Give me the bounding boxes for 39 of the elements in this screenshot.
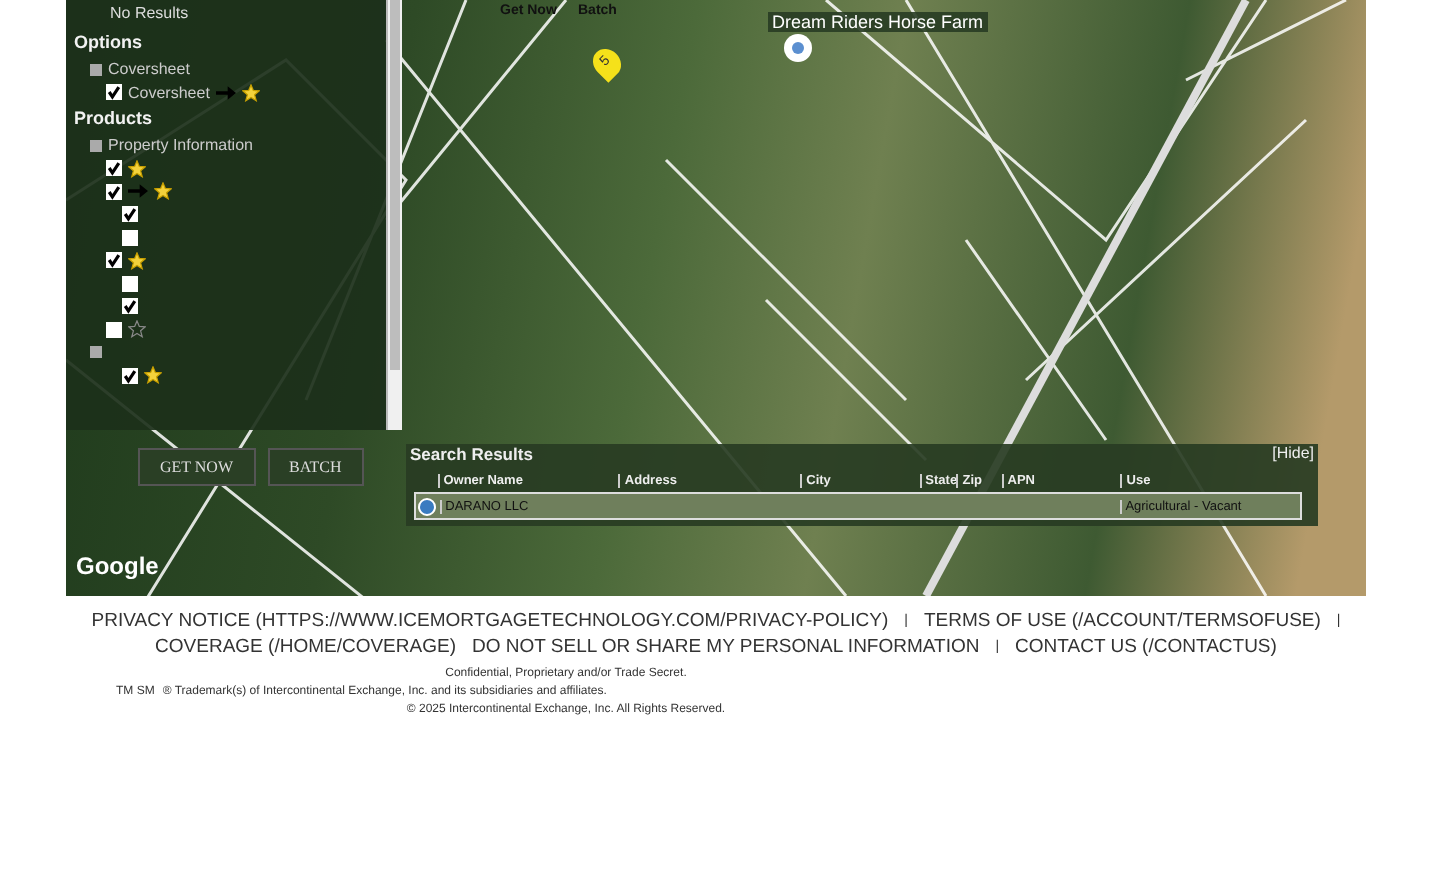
star-icon[interactable] [128,320,146,339]
option-label: Coversheet [108,60,190,79]
checkbox[interactable] [122,367,138,384]
collapse-toggle[interactable] [90,63,102,76]
checkbox[interactable] [122,229,138,246]
checkbox[interactable] [106,252,122,269]
checkbox[interactable] [106,84,122,101]
results-title: Search Results [410,444,533,464]
checkbox[interactable] [122,298,138,315]
map-button[interactable]: BATCH [267,448,364,486]
hide-link[interactable]: [Hide] [1272,444,1314,464]
collapse-toggle[interactable] [90,346,102,359]
google-logo: Google [76,552,159,580]
star-icon[interactable] [144,366,162,385]
location-pin-icon [782,32,814,64]
place-label: Dream Riders Horse Farm [768,12,988,32]
star-icon[interactable] [128,251,146,270]
collapse-toggle[interactable] [90,139,102,152]
section-heading: Products [74,106,155,132]
option-label: Property Information [108,136,253,155]
checkbox[interactable] [106,183,122,200]
footer-link[interactable]: TERMS OF USE (/ACCOUNT/TERMSOFUSE) [923,608,1321,634]
row-radio[interactable] [418,497,437,515]
section-heading: Options [74,30,144,56]
footer-link[interactable]: CONTACT US (/CONTACTUS) [1015,634,1277,660]
map-button[interactable]: GET NOW [138,448,256,486]
option-label: Coversheet [128,83,210,102]
no-results-text: No Results [108,4,191,26]
checkbox[interactable] [106,321,122,338]
star-icon[interactable] [128,159,146,178]
footer-link[interactable]: DO NOT SELL OR SHARE MY PERSONAL INFORMATION [471,634,980,660]
scrollbar[interactable] [386,0,402,430]
star-icon[interactable] [241,83,260,102]
checkbox[interactable] [122,206,138,223]
checkbox[interactable] [106,160,122,177]
footer-link[interactable]: PRIVACY NOTICE (HTTPS://WWW.ICEMORTGAGETECHNOLOGY.COM/PRIVACY-POLICY) [91,608,889,634]
checkbox[interactable] [122,275,138,292]
footer-link[interactable]: COVERAGE (/HOME/COVERAGE) [155,634,456,660]
star-icon[interactable] [154,182,172,201]
